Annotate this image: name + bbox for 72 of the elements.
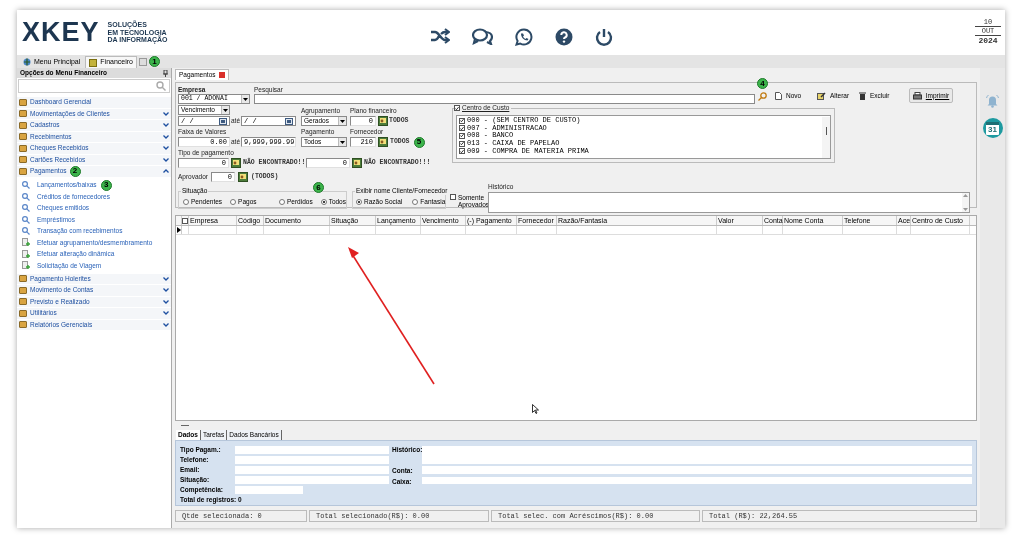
number-badge: 6 [313, 182, 324, 193]
caret-icon [340, 140, 345, 144]
magnifier-icon [22, 215, 30, 224]
lookup-icon[interactable] [378, 116, 388, 126]
number-badge: 4 [757, 78, 768, 89]
magnifier-icon [22, 192, 30, 201]
input-field[interactable] [422, 476, 972, 484]
input-field[interactable] [422, 446, 972, 464]
checkbox[interactable] [454, 105, 460, 111]
number-badge: 2 [69, 165, 81, 177]
caret-icon [243, 97, 248, 101]
chevron-icon [163, 169, 169, 174]
checkbox[interactable] [459, 117, 465, 124]
calendar-icon[interactable] [285, 117, 293, 125]
calendar-icon[interactable] [219, 117, 227, 125]
lookup-icon[interactable] [231, 158, 241, 168]
calendar-button[interactable]: 31 [982, 118, 1003, 138]
checkbox[interactable] [182, 217, 188, 224]
number-badge: 5 [413, 136, 425, 148]
search-icon[interactable] [758, 92, 767, 101]
search-field[interactable] [254, 94, 755, 104]
chevron-icon [163, 276, 169, 281]
printer-icon [912, 91, 922, 100]
search-field[interactable] [18, 79, 170, 93]
chat-icon[interactable] [472, 28, 493, 45]
lookup-icon[interactable] [352, 158, 362, 168]
radio-button[interactable] [183, 198, 189, 205]
radio-button[interactable] [279, 198, 285, 205]
caret-icon [223, 108, 228, 112]
power-icon[interactable] [595, 28, 613, 46]
text-area[interactable] [488, 192, 970, 213]
lookup-icon[interactable] [378, 137, 388, 147]
chevron-icon [163, 111, 169, 116]
input-field[interactable] [235, 456, 389, 464]
number-badge: 1 [149, 56, 160, 67]
checkbox[interactable] [459, 148, 465, 155]
mouse-cursor-icon [532, 404, 539, 414]
globe-icon [23, 58, 31, 66]
close-icon[interactable] [218, 72, 225, 78]
caret-icon [340, 119, 345, 123]
magnifier-icon [22, 227, 30, 236]
radio-button[interactable] [320, 198, 327, 205]
input-field[interactable] [235, 486, 303, 494]
radio-button[interactable] [412, 198, 419, 205]
radio-button[interactable] [356, 198, 362, 205]
checkbox[interactable] [459, 125, 465, 132]
checkbox[interactable] [459, 133, 465, 139]
trash-icon [859, 91, 866, 100]
input-field[interactable] [235, 446, 389, 454]
lookup-icon[interactable] [238, 171, 248, 182]
scrollbar[interactable] [822, 117, 830, 158]
logo-text: XKEY [22, 19, 100, 46]
help-icon[interactable] [555, 28, 573, 46]
input-field[interactable] [235, 466, 389, 474]
whatsapp-icon[interactable] [515, 28, 533, 46]
input-field[interactable] [235, 476, 389, 484]
radio-button[interactable] [230, 198, 237, 205]
add-document-icon [22, 261, 30, 271]
folder-icon [89, 58, 98, 67]
calendar-day: 31 [986, 124, 999, 135]
row-pointer-icon [176, 227, 181, 233]
input-field[interactable] [422, 466, 972, 474]
pin-icon[interactable] [163, 69, 168, 77]
document-icon [775, 91, 782, 100]
shuffle-icon[interactable] [431, 28, 450, 44]
checkbox[interactable] [450, 194, 456, 200]
number-badge: 3 [100, 179, 112, 191]
magnifier-icon [22, 181, 30, 190]
edit-icon [817, 91, 826, 100]
magnifier-icon [22, 204, 30, 213]
checkbox[interactable] [459, 140, 465, 147]
scroll-up-icon[interactable] [963, 194, 968, 197]
